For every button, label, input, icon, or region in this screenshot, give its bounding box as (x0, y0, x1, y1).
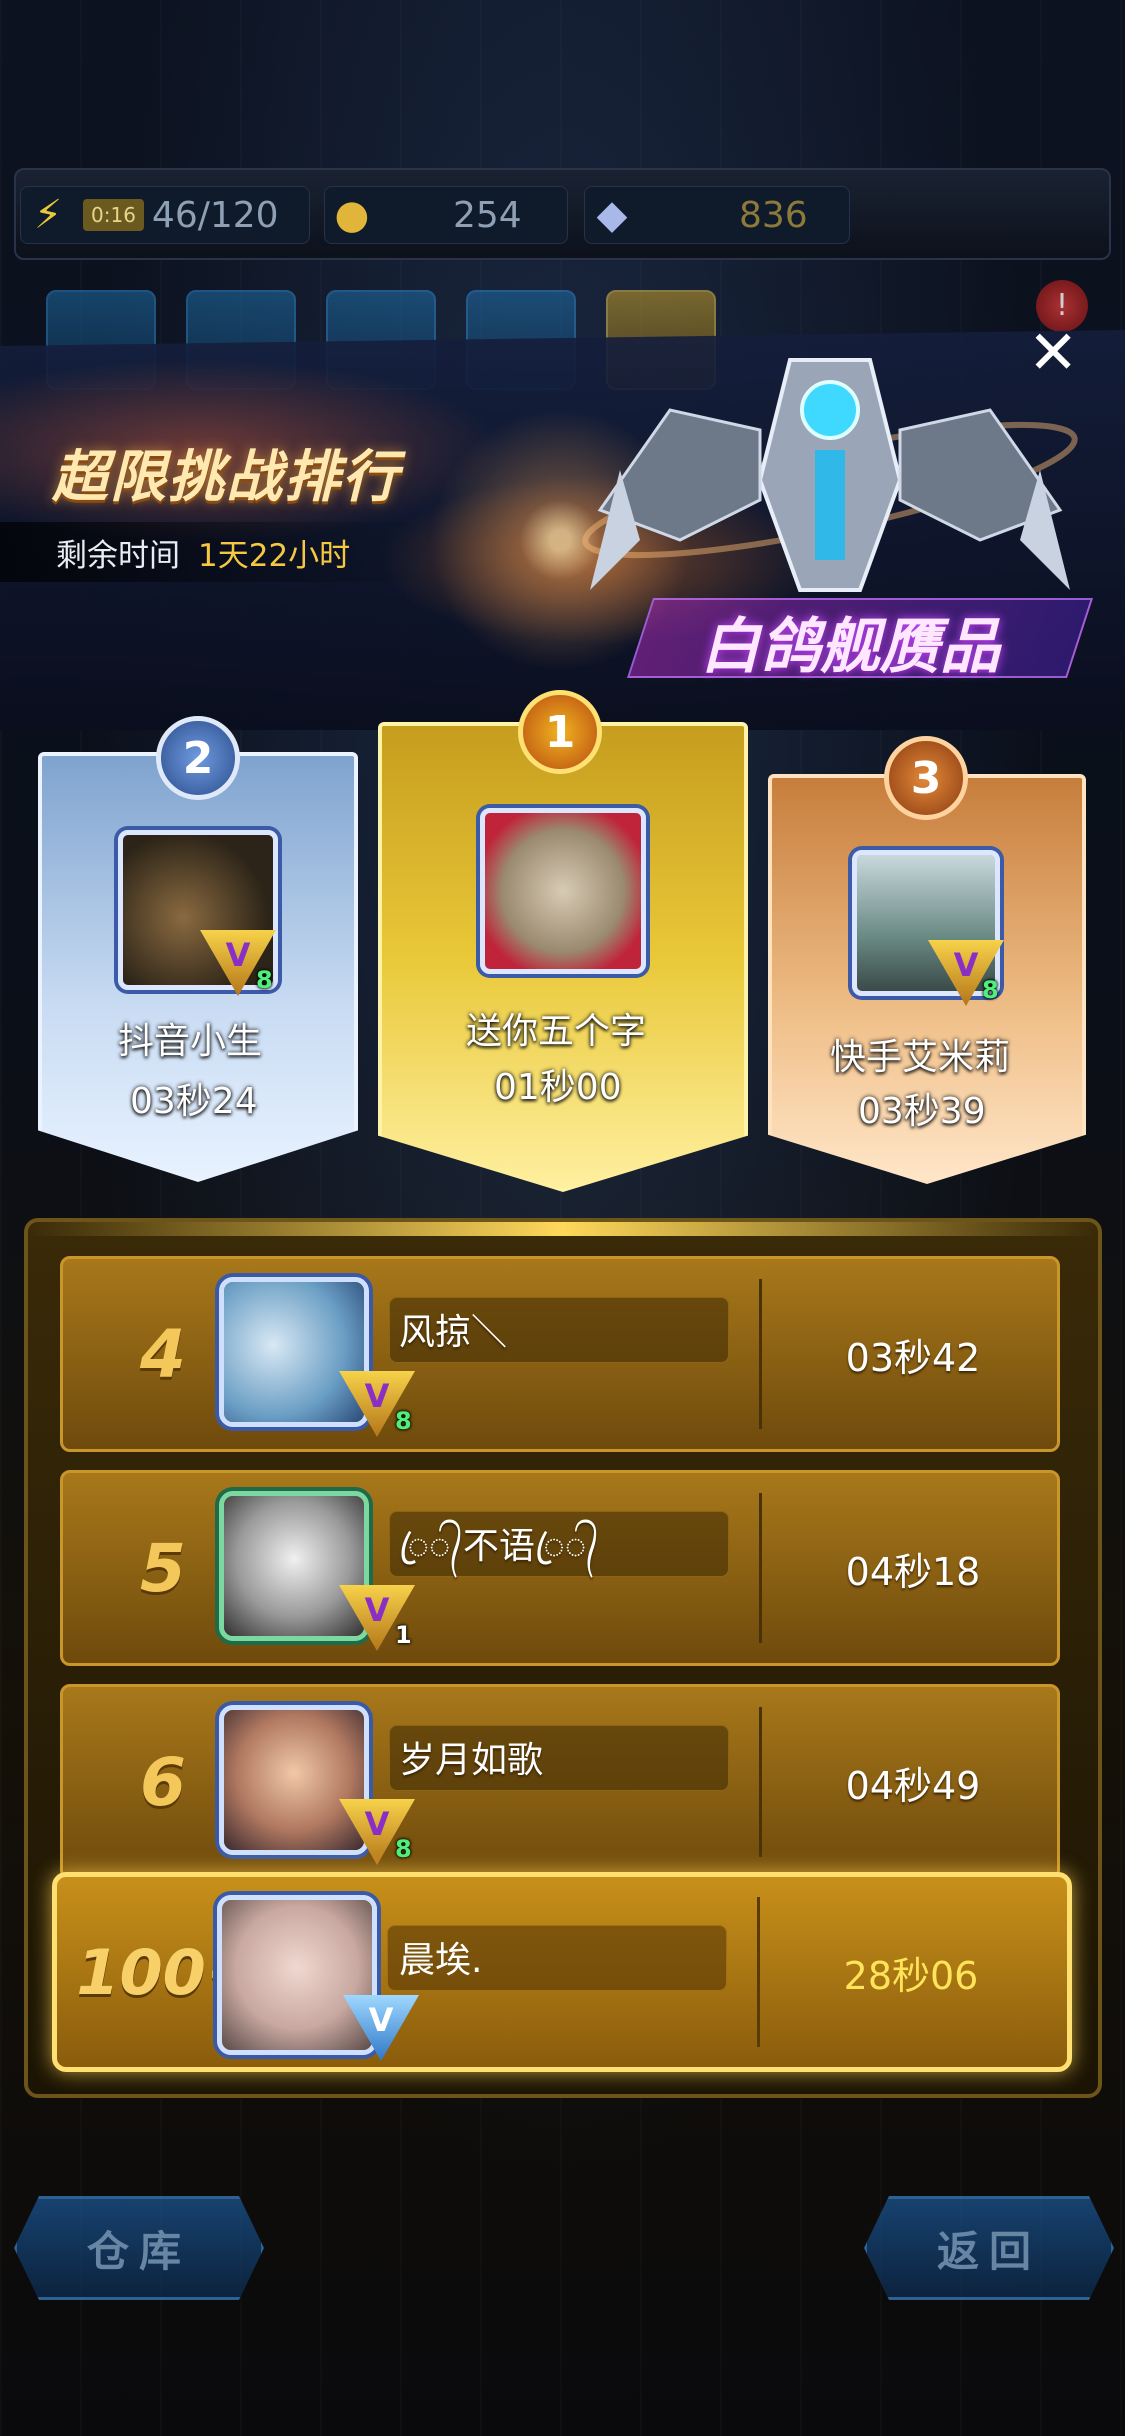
energy-value: 46/120 (151, 194, 279, 236)
gem-value: 836 (739, 194, 808, 236)
energy-resource[interactable]: ⚡ 0:16 46/120 (20, 186, 310, 244)
avatar (219, 1705, 369, 1855)
list-item[interactable]: 4 V 8 风掠＼ 03秒42 (60, 1256, 1060, 1452)
remaining-time-label: 剩余时间 (56, 537, 180, 574)
row-rank: 4 (140, 1315, 186, 1393)
gem-resource[interactable]: ◆ 836 (584, 186, 850, 244)
coin-value: 254 (453, 194, 522, 236)
row-time: 03秒42 (845, 1335, 981, 1380)
spaceship-icon (582, 358, 1078, 592)
row-divider (759, 1707, 762, 1857)
my-name: 晨埃. (399, 1940, 483, 1981)
row-time: 04秒49 (845, 1763, 981, 1808)
coin-icon: ● (334, 192, 370, 238)
row-time: 04秒18 (845, 1549, 981, 1594)
list-item[interactable]: 5 V 1 ꦿ᭄不语ꦿ᭄ 04秒18 (60, 1470, 1060, 1666)
podium-name-3: 快手艾米莉 (830, 1037, 1011, 1078)
row-name: 岁月如歌 (399, 1740, 544, 1781)
row-rank: 6 (140, 1743, 186, 1821)
rank-badge-3: 3 (884, 736, 968, 820)
rank-badge-2: 2 (156, 716, 240, 800)
list-item[interactable]: 6 V 8 岁月如歌 04秒49 (60, 1684, 1060, 1880)
podium-name-2: 抖音小生 (118, 1021, 263, 1062)
gem-icon: ◆ (596, 192, 628, 238)
avatar[interactable] (480, 808, 646, 974)
lightning-icon: ⚡ (33, 192, 63, 238)
podium-time-1: 01秒00 (494, 1067, 622, 1108)
list-top-glow (28, 1222, 1098, 1236)
avatar (219, 1277, 369, 1427)
avatar (217, 1895, 377, 2055)
remaining-time-value: 1天22小时 (198, 537, 351, 574)
vip-level: 8 (395, 1407, 412, 1435)
coin-resource[interactable]: ● 254 (324, 186, 568, 244)
podium-time-3: 03秒39 (858, 1091, 986, 1132)
warehouse-button[interactable]: 仓库 (14, 2196, 264, 2300)
podium-time-2: 03秒24 (130, 1081, 258, 1122)
energy-timer: 0:16 (83, 199, 144, 231)
podium-name-1: 送你五个字 (466, 1011, 647, 1052)
row-divider (759, 1279, 762, 1429)
avatar (219, 1491, 369, 1641)
vip-level: 1 (395, 1621, 412, 1649)
vip-level: 8 (256, 966, 273, 994)
row-divider (759, 1493, 762, 1643)
vip-level: 8 (982, 976, 999, 1004)
event-title: 超限挑战排行 (52, 445, 400, 510)
my-rank-row[interactable]: 100+ V 晨埃. 28秒06 (52, 1872, 1072, 2072)
ship-name: 白鸽舰赝品 (700, 612, 1000, 682)
row-name: 风掠＼ (399, 1312, 508, 1353)
rank-badge-1: 1 (518, 690, 602, 774)
row-divider (757, 1897, 760, 2047)
back-button[interactable]: 返回 (864, 2196, 1114, 2300)
vip-level: 8 (395, 1835, 412, 1863)
row-rank: 5 (140, 1529, 186, 1607)
remaining-time-row: 剩余时间 1天22小时 (0, 522, 430, 582)
close-button[interactable]: ✕ (1028, 323, 1078, 383)
my-time: 28秒06 (843, 1953, 979, 1998)
row-name: ꦿ᭄不语ꦿ᭄ (399, 1526, 599, 1567)
